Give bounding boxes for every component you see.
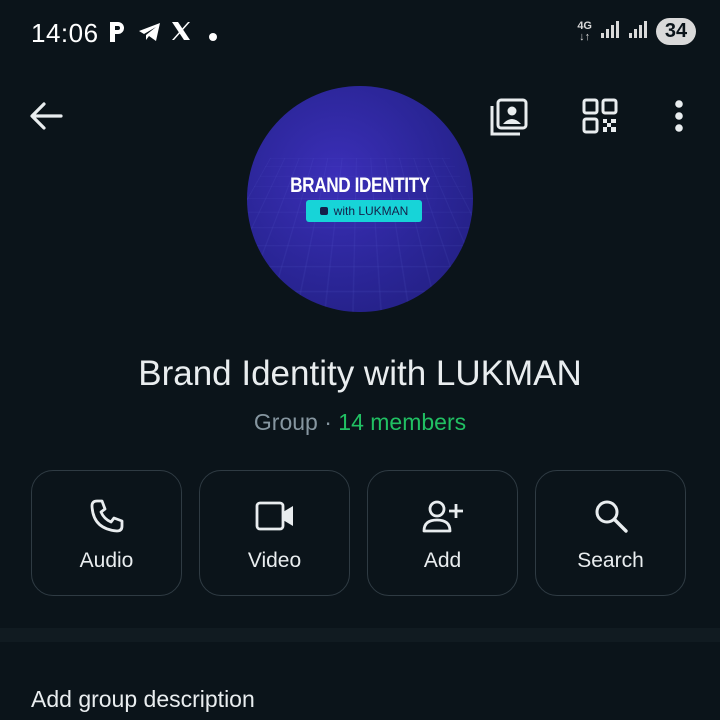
qr-code-icon xyxy=(582,98,618,134)
audio-call-button[interactable]: Audio xyxy=(31,470,182,596)
audio-label: Audio xyxy=(79,549,134,572)
search-label: Search xyxy=(577,549,644,572)
group-name: Brand Identity with LUKMAN xyxy=(138,354,582,393)
more-vert-icon xyxy=(675,100,683,132)
avatar-title-text: BRAND IDENTITY xyxy=(290,174,430,197)
add-label: Add xyxy=(423,549,462,572)
add-person-icon xyxy=(422,500,463,533)
signal-icon xyxy=(628,19,648,44)
group-type: Group xyxy=(253,409,318,435)
action-row: Audio Video Add Search xyxy=(31,470,686,596)
qr-code-button[interactable] xyxy=(580,96,620,136)
battery-indicator: 34 xyxy=(656,18,696,45)
group-avatar[interactable]: BRAND IDENTITY with LUKMAN xyxy=(247,86,473,312)
add-group-description[interactable]: Add group description xyxy=(31,686,255,713)
add-member-button[interactable]: Add xyxy=(367,470,518,596)
play-icon xyxy=(319,207,328,215)
video-icon xyxy=(255,501,293,531)
member-count[interactable]: 14 members xyxy=(338,409,466,435)
search-button[interactable]: Search xyxy=(535,470,686,596)
video-call-button[interactable]: Video xyxy=(199,470,350,596)
p-app-icon xyxy=(107,20,127,49)
gallery-icon xyxy=(490,98,528,136)
more-options-button[interactable] xyxy=(664,98,694,134)
dot-icon xyxy=(208,29,218,47)
subtitle-separator: · xyxy=(317,409,339,435)
section-divider xyxy=(0,628,720,642)
avatar-subtitle-badge: with LUKMAN xyxy=(306,200,422,222)
back-arrow-icon xyxy=(30,102,63,130)
avatar-subtitle-text: with LUKMAN xyxy=(333,204,409,218)
phone-icon xyxy=(90,499,123,533)
group-subtitle: Group · 14 members xyxy=(0,409,720,436)
network-indicator: 4G ↓↑ xyxy=(577,19,592,43)
status-bar: 14:06 4G ↓↑ 34 xyxy=(0,0,720,66)
x-icon xyxy=(170,20,192,47)
search-icon xyxy=(595,500,628,533)
back-button[interactable] xyxy=(26,96,66,136)
telegram-icon xyxy=(137,20,163,49)
status-time: 14:06 xyxy=(31,18,99,48)
video-label: Video xyxy=(247,549,302,572)
signal-icon xyxy=(600,19,620,44)
media-gallery-button[interactable] xyxy=(487,95,531,139)
